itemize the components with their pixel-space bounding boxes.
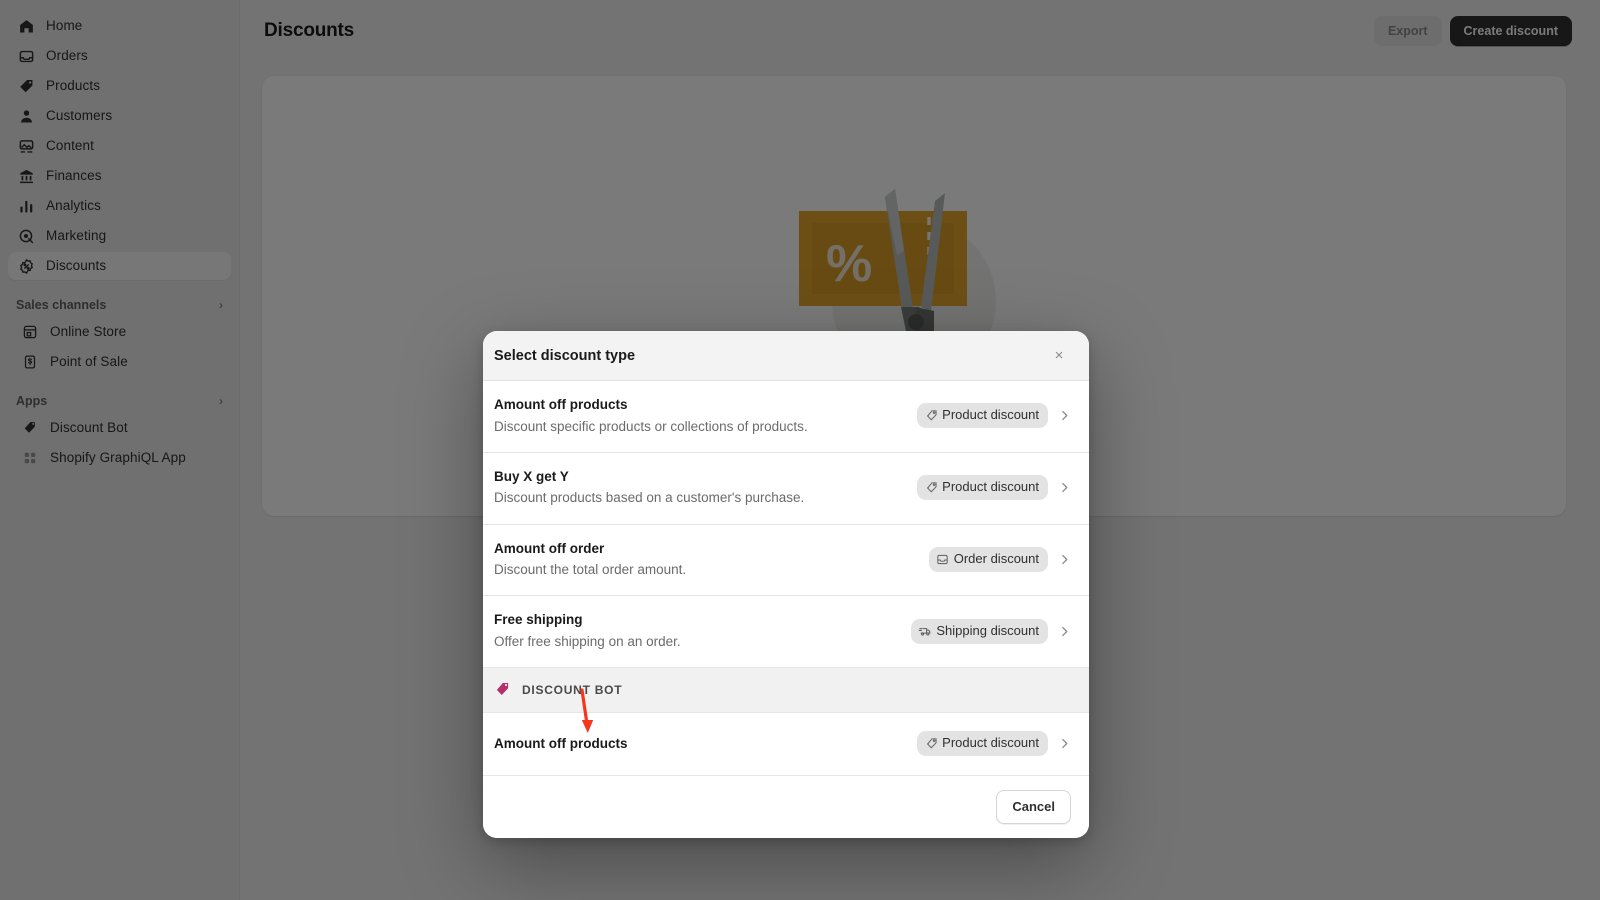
badge-label: Product discount [942,735,1039,751]
option-title: Amount off products [494,397,628,412]
badge-label: Shipping discount [936,622,1039,638]
chevron-right-icon [1058,553,1071,566]
tag-icon [924,409,938,423]
discount-type-option-free-shipping[interactable]: Free shipping Offer free shipping on an … [483,596,1089,669]
tag-icon [924,481,938,495]
chevron-right-icon [1058,409,1071,422]
chevron-right-icon [1058,481,1071,494]
cancel-button[interactable]: Cancel [996,790,1071,824]
option-texts: Free shipping Offer free shipping on an … [494,610,681,652]
status-badge: Product discount [917,475,1048,501]
modal-title: Select discount type [494,347,636,364]
option-texts: Buy X get Y Discount products based on a… [494,467,804,509]
option-texts: Amount off products [494,734,627,754]
app-section-header-discount-bot: DISCOUNT BOT [483,668,1089,714]
modal-header: Select discount type × [483,331,1089,381]
status-badge: Product discount [917,403,1048,429]
app-section-label: DISCOUNT BOT [522,683,623,698]
chevron-right-icon [1058,625,1071,638]
option-texts: Amount off order Discount the total orde… [494,539,686,581]
status-badge: Order discount [928,547,1048,572]
option-title: Free shipping [494,612,583,628]
option-meta: Product discount [917,731,1071,757]
option-meta: Order discount [928,547,1071,572]
discount-bot-tag-icon [494,681,512,699]
discount-type-option-amount-off-order[interactable]: Amount off order Discount the total orde… [483,524,1089,597]
modal-footer: Cancel [483,776,1089,838]
badge-label: Order discount [953,551,1039,567]
option-description: Discount the total order amount. [494,562,687,578]
discount-type-option-amount-off-products[interactable]: Amount off products Discount specific pr… [483,381,1089,453]
option-meta: Product discount [917,403,1071,429]
option-title: Buy X get Y [494,468,569,484]
select-discount-type-modal: Select discount type × Amount off produc… [483,331,1089,838]
status-badge: Product discount [917,731,1048,757]
option-meta: Product discount [917,475,1071,501]
option-title: Amount off order [494,540,605,556]
badge-label: Product discount [942,479,1039,495]
option-description: Discount products based on a customer's … [494,490,805,506]
badge-label: Product discount [942,407,1039,423]
tag-icon [924,737,938,751]
inbox-icon [936,553,950,567]
close-icon[interactable]: × [1047,344,1071,368]
status-badge: Shipping discount [911,618,1048,644]
discount-type-option-app-amount-off-products[interactable]: Amount off products Product discount [483,713,1089,777]
option-texts: Amount off products Discount specific pr… [494,395,808,437]
option-description: Discount specific products or collection… [494,418,808,434]
option-title: Amount off products [494,735,628,751]
option-meta: Shipping discount [911,618,1071,644]
chevron-right-icon [1058,737,1071,750]
delivery-truck-icon [918,624,932,638]
discount-type-option-buy-x-get-y[interactable]: Buy X get Y Discount products based on a… [483,452,1089,525]
option-description: Offer free shipping on an order. [494,634,681,649]
